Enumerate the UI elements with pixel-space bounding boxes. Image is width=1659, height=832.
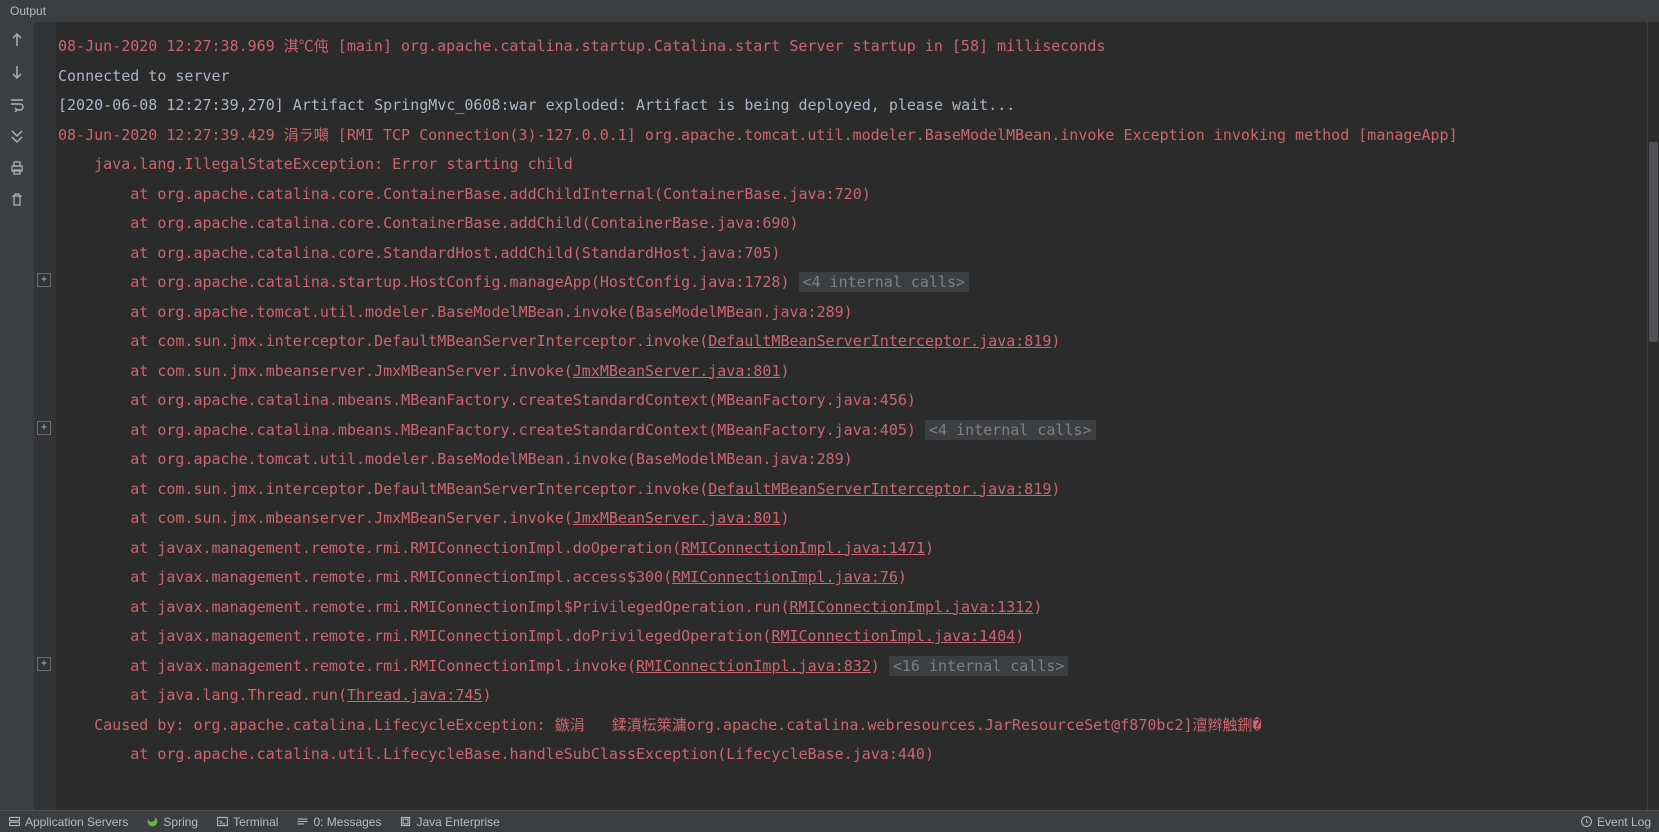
log-line: Connected to server — [56, 62, 1659, 92]
log-line: at org.apache.tomcat.util.modeler.BaseMo… — [56, 445, 1659, 475]
log-line: java.lang.IllegalStateException: Error s… — [56, 150, 1659, 180]
log-line: at com.sun.jmx.interceptor.DefaultMBeanS… — [56, 327, 1659, 357]
source-link[interactable]: Thread.java:745 — [347, 686, 482, 704]
log-line: at javax.management.remote.rmi.RMIConnec… — [56, 563, 1659, 593]
log-line: at org.apache.catalina.startup.HostConfi… — [56, 268, 1659, 298]
statusbar-item-messages[interactable]: 0: Messages — [296, 815, 381, 829]
status-bar: Application Servers Spring Terminal 0: Mess… — [0, 810, 1659, 832]
log-line: at javax.management.remote.rmi.RMIConnec… — [56, 652, 1659, 682]
statusbar-item-servers[interactable]: Application Servers — [8, 815, 128, 829]
fold-gutter: + + + — [34, 22, 56, 810]
source-link[interactable]: RMIConnectionImpl.java:76 — [672, 568, 898, 586]
header-title: Output — [10, 4, 46, 18]
source-link[interactable]: RMIConnectionImpl.java:1312 — [790, 598, 1034, 616]
source-link[interactable]: RMIConnectionImpl.java:1404 — [771, 627, 1015, 645]
source-link[interactable]: JmxMBeanServer.java:801 — [573, 362, 781, 380]
console-toolbar — [0, 22, 34, 810]
trash-icon[interactable] — [7, 190, 27, 210]
log-line: at org.apache.catalina.mbeans.MBeanFacto… — [56, 386, 1659, 416]
log-line: at java.lang.Thread.run(Thread.java:745) — [56, 681, 1659, 711]
source-link[interactable]: DefaultMBeanServerInterceptor.java:819 — [708, 480, 1051, 498]
log-line: at com.sun.jmx.interceptor.DefaultMBeanS… — [56, 475, 1659, 505]
log-line: at com.sun.jmx.mbeanserver.JmxMBeanServe… — [56, 504, 1659, 534]
event-log-label: Event Log — [1597, 815, 1651, 829]
log-line: at org.apache.catalina.mbeans.MBeanFacto… — [56, 416, 1659, 446]
internal-calls-badge[interactable]: <4 internal calls> — [925, 420, 1096, 440]
internal-calls-badge[interactable]: <16 internal calls> — [889, 656, 1069, 676]
log-line: at javax.management.remote.rmi.RMIConnec… — [56, 534, 1659, 564]
log-line: at com.sun.jmx.mbeanserver.JmxMBeanServe… — [56, 357, 1659, 387]
soft-wrap-icon[interactable] — [7, 94, 27, 114]
console-output[interactable]: 08-Jun-2020 12:27:38.969 淇℃伅 [main] org.… — [56, 22, 1659, 810]
source-link[interactable]: DefaultMBeanServerInterceptor.java:819 — [708, 332, 1051, 350]
log-line: at javax.management.remote.rmi.RMIConnec… — [56, 622, 1659, 652]
output-header: Output — [0, 0, 1659, 22]
log-line: at org.apache.catalina.core.ContainerBas… — [56, 209, 1659, 239]
statusbar-item-terminal[interactable]: Terminal — [216, 815, 278, 829]
log-line: 08-Jun-2020 12:27:38.969 淇℃伅 [main] org.… — [56, 32, 1659, 62]
print-icon[interactable] — [7, 158, 27, 178]
log-line: at org.apache.catalina.core.ContainerBas… — [56, 180, 1659, 210]
source-link[interactable]: RMIConnectionImpl.java:832 — [636, 657, 871, 675]
arrow-up-icon[interactable] — [7, 30, 27, 50]
log-line: at javax.management.remote.rmi.RMIConnec… — [56, 593, 1659, 623]
log-line: Caused by: org.apache.catalina.Lifecycle… — [56, 711, 1659, 741]
statusbar-item-spring[interactable]: Spring — [146, 815, 198, 829]
log-line: 08-Jun-2020 12:27:39.429 涓ラ噸 [RMI TCP Co… — [56, 121, 1659, 151]
status-bar-left: Application Servers Spring Terminal 0: Mess… — [8, 815, 500, 829]
scrollbar-thumb[interactable] — [1649, 142, 1658, 342]
fold-expand-icon[interactable]: + — [37, 657, 51, 671]
source-link[interactable]: JmxMBeanServer.java:801 — [573, 509, 781, 527]
scroll-to-end-icon[interactable] — [7, 126, 27, 146]
log-line: at org.apache.catalina.core.StandardHost… — [56, 239, 1659, 269]
source-link[interactable]: RMIConnectionImpl.java:1471 — [681, 539, 925, 557]
statusbar-item-java[interactable]: Java Enterprise — [399, 815, 499, 829]
arrow-down-icon[interactable] — [7, 62, 27, 82]
log-line: [2020-06-08 12:27:39,270] Artifact Sprin… — [56, 91, 1659, 121]
log-line: at org.apache.catalina.util.LifecycleBas… — [56, 740, 1659, 770]
log-line: at org.apache.tomcat.util.modeler.BaseMo… — [56, 298, 1659, 328]
event-log-button[interactable]: Event Log — [1580, 815, 1651, 829]
fold-expand-icon[interactable]: + — [37, 421, 51, 435]
vertical-scrollbar[interactable] — [1647, 22, 1659, 810]
main-area: + + + 08-Jun-2020 12:27:38.969 淇℃伅 [main] … — [0, 22, 1659, 810]
fold-expand-icon[interactable]: + — [37, 273, 51, 287]
internal-calls-badge[interactable]: <4 internal calls> — [799, 272, 970, 292]
